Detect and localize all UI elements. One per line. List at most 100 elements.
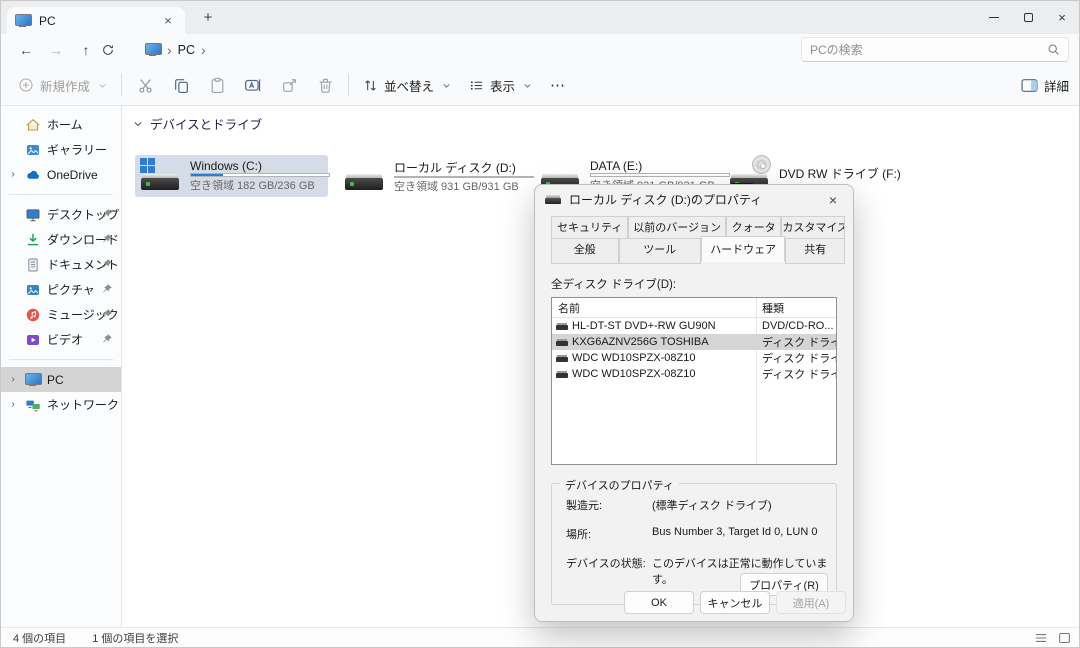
tab-title: PC: [39, 14, 151, 28]
search-input[interactable]: [810, 43, 1047, 57]
tab-pc[interactable]: PC ×: [7, 7, 185, 34]
sidebar-item-label: OneDrive: [47, 168, 98, 182]
dialog-title: ローカル ディスク (D:)のプロパティ: [569, 191, 762, 208]
device-row[interactable]: WDC WD10SPZX-08Z10 ディスク ドライブ: [552, 350, 836, 366]
sidebar-divider: [9, 359, 113, 360]
sidebar-item-pc[interactable]: › PC: [1, 367, 121, 392]
drive-icon: [556, 323, 568, 330]
device-properties-group: デバイスのプロパティ 製造元: (標準ディスク ドライブ) 場所: Bus Nu…: [551, 483, 837, 605]
tab-hardware[interactable]: ハードウェア: [701, 236, 785, 262]
properties-dialog: ローカル ディスク (D:)のプロパティ × セキュリティ 以前のバージョン ク…: [534, 184, 854, 622]
device-row-selected[interactable]: KXG6AZNV256G TOSHIBA ディスク ドライブ: [552, 334, 836, 350]
item-count: 4 個の項目: [13, 630, 66, 646]
back-button[interactable]: ←: [11, 42, 41, 58]
large-icons-view-toggle-icon[interactable]: [1058, 632, 1071, 644]
new-button[interactable]: 新規作成: [9, 70, 116, 100]
home-icon: [25, 117, 41, 133]
drive-icon: [556, 339, 568, 346]
device-row[interactable]: WDC WD10SPZX-08Z10 ディスク ドライブ: [552, 366, 836, 382]
share-icon: [281, 77, 298, 94]
window-controls: ×: [977, 1, 1079, 34]
expand-chevron-icon[interactable]: ›: [7, 399, 19, 410]
column-header-name[interactable]: 名前: [552, 300, 756, 316]
tab-bar: PC × + ×: [1, 1, 1079, 34]
drive-name: DATA (E:): [590, 159, 730, 173]
forward-button[interactable]: →: [41, 42, 71, 58]
sidebar-item-music[interactable]: ミュージック: [1, 302, 121, 327]
delete-button[interactable]: [307, 70, 343, 100]
network-icon: [25, 397, 41, 413]
location-value: Bus Number 3, Target Id 0, LUN 0: [652, 526, 836, 542]
column-header-type[interactable]: 種類: [756, 300, 836, 316]
sort-button[interactable]: 並べ替え: [354, 70, 460, 100]
ok-button[interactable]: OK: [624, 591, 694, 614]
music-icon: [25, 307, 41, 323]
new-tab-button[interactable]: +: [197, 8, 219, 28]
maximize-button[interactable]: [1011, 1, 1045, 34]
group-title: デバイスとドライブ: [150, 114, 262, 133]
more-options-button[interactable]: ⋯: [541, 70, 575, 100]
dialog-title-bar: ローカル ディスク (D:)のプロパティ ×: [535, 185, 853, 214]
drive-tile-local-d[interactable]: ローカル ディスク (D:) 空き領域 931 GB/931 GB: [339, 155, 532, 197]
sidebar-item-videos[interactable]: ビデオ: [1, 327, 121, 352]
cut-button[interactable]: [127, 70, 163, 100]
copy-button[interactable]: [163, 70, 199, 100]
pin-icon: [101, 208, 113, 220]
dialog-close-icon[interactable]: ×: [823, 192, 843, 208]
rename-icon: [244, 76, 262, 94]
onedrive-cloud-icon: [25, 167, 41, 183]
tab-quota[interactable]: クォータ: [726, 216, 782, 238]
desktop-icon: [25, 207, 41, 223]
close-button[interactable]: ×: [1045, 1, 1079, 34]
sidebar-item-label: ホーム: [47, 116, 83, 133]
breadcrumb-pc[interactable]: PC: [178, 43, 195, 57]
this-pc-icon[interactable]: [145, 43, 161, 56]
device-list[interactable]: 名前 種類 HL-DT-ST DVD+-RW GU90N DVD/CD-RO..…: [551, 297, 837, 465]
disk-drives-label: 全ディスク ドライブ(D):: [551, 276, 837, 292]
sidebar-item-desktop[interactable]: デスクトップ: [1, 202, 121, 227]
video-icon: [25, 332, 41, 348]
minimize-button[interactable]: [977, 1, 1011, 34]
scissors-icon: [137, 77, 154, 94]
sidebar-item-documents[interactable]: ドキュメント: [1, 252, 121, 277]
sidebar-item-network[interactable]: › ネットワーク: [1, 392, 121, 417]
search-box[interactable]: [801, 37, 1069, 62]
breadcrumb-separator-icon[interactable]: ›: [201, 42, 206, 58]
list-view-toggle-icon[interactable]: [1034, 632, 1048, 644]
sidebar-item-home[interactable]: ホーム: [1, 112, 121, 137]
document-icon: [25, 257, 41, 273]
sidebar-item-label: ネットワーク: [47, 396, 119, 413]
sidebar-item-downloads[interactable]: ダウンロード: [1, 227, 121, 252]
sort-icon: [363, 78, 378, 93]
sidebar-item-pictures[interactable]: ピクチャ: [1, 277, 121, 302]
tab-close-icon[interactable]: ×: [159, 12, 177, 30]
search-icon: [1047, 43, 1060, 56]
expand-chevron-icon[interactable]: ›: [7, 169, 19, 180]
tab-general[interactable]: 全般: [551, 238, 619, 264]
pin-icon: [101, 333, 113, 345]
tab-sharing[interactable]: 共有: [785, 238, 845, 264]
drive-tile-windows-c[interactable]: Windows (C:) 空き領域 182 GB/236 GB: [135, 155, 328, 197]
dialog-buttons: OK キャンセル 適用(A): [624, 591, 846, 614]
tab-tools[interactable]: ツール: [619, 238, 701, 264]
details-pane-button[interactable]: 詳細: [1021, 76, 1069, 95]
device-row[interactable]: HL-DT-ST DVD+-RW GU90N DVD/CD-RO...: [552, 318, 836, 334]
list-header: 名前 種類: [552, 298, 836, 318]
rename-button[interactable]: [235, 70, 271, 100]
sidebar-item-gallery[interactable]: ギャラリー: [1, 137, 121, 162]
tab-security[interactable]: セキュリティ: [551, 216, 628, 238]
explorer-window: PC × + × ← → ↑ › PC › 新規作成: [0, 0, 1080, 648]
tab-previous-versions[interactable]: 以前のバージョン: [628, 216, 725, 238]
expand-chevron-icon[interactable]: ›: [7, 374, 19, 385]
share-button[interactable]: [271, 70, 307, 100]
apply-button[interactable]: 適用(A): [776, 591, 846, 614]
up-button[interactable]: ↑: [71, 42, 101, 58]
paste-button[interactable]: [199, 70, 235, 100]
group-header-devices-and-drives[interactable]: デバイスとドライブ: [123, 106, 1079, 133]
chevron-down-icon: [523, 81, 532, 90]
refresh-button[interactable]: [101, 43, 131, 57]
cancel-button[interactable]: キャンセル: [700, 591, 770, 614]
tab-customize[interactable]: カスタマイズ: [781, 216, 845, 238]
view-button[interactable]: 表示: [460, 70, 541, 100]
sidebar-item-onedrive[interactable]: › OneDrive: [1, 162, 121, 187]
